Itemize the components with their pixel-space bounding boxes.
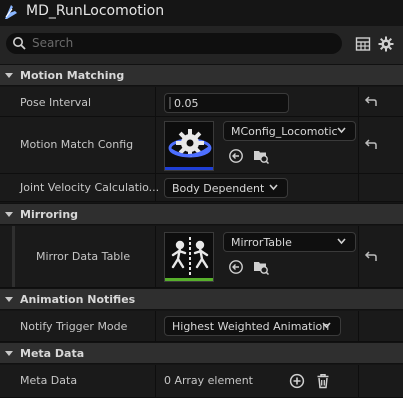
section-meta-data[interactable]: Meta Data	[0, 342, 403, 364]
joint-velocity-combo[interactable]: Body Dependent	[164, 178, 288, 198]
property-row-meta-data: Meta Data 0 Array element	[0, 365, 403, 398]
property-label: Mirror Data Table	[36, 250, 131, 263]
asset-type-color-bar	[165, 278, 213, 281]
indent-guide	[12, 226, 15, 287]
browse-asset-icon[interactable]	[253, 259, 269, 275]
trash-icon[interactable]	[315, 373, 331, 389]
reset-to-default-icon[interactable]	[364, 96, 378, 108]
property-label: Motion Match Config	[20, 138, 134, 151]
column-divider	[155, 87, 156, 116]
column-divider	[358, 226, 359, 287]
chevron-down-icon	[322, 322, 331, 329]
column-divider	[155, 174, 156, 201]
column-divider	[358, 174, 359, 201]
pose-interval-field[interactable]: 0.05	[164, 93, 289, 113]
use-selected-asset-icon[interactable]	[228, 148, 244, 164]
browse-asset-icon[interactable]	[253, 148, 269, 164]
section-animation-notifies[interactable]: Animation Notifies	[0, 288, 403, 310]
property-label: Pose Interval	[20, 96, 92, 109]
column-divider	[155, 226, 156, 287]
combo-value: MConfig_Locomotic	[231, 125, 338, 138]
asset-thumbnail[interactable]	[164, 121, 214, 171]
chevron-down-icon	[269, 184, 278, 191]
gear-icon[interactable]	[378, 36, 394, 52]
combo-value: Body Dependent	[172, 182, 265, 195]
details-toolbar	[0, 26, 403, 64]
notify-trigger-mode-combo[interactable]: Highest Weighted Animation	[164, 316, 341, 336]
collapse-caret-icon	[5, 212, 13, 217]
combo-value: Highest Weighted Animation	[172, 320, 330, 333]
column-divider	[155, 117, 156, 173]
section-title: Animation Notifies	[20, 293, 136, 306]
column-divider	[155, 365, 156, 397]
property-row-mirror-data-table: Mirror Data Table MirrorTable	[0, 226, 403, 288]
column-divider	[358, 311, 359, 341]
drag-handle[interactable]	[169, 97, 171, 109]
motion-data-asset-icon	[5, 5, 17, 19]
collapse-caret-icon	[5, 297, 13, 302]
section-mirroring[interactable]: Mirroring	[0, 203, 403, 225]
chevron-down-icon	[337, 238, 346, 245]
property-row-pose-interval: Pose Interval 0.05	[0, 87, 403, 117]
table-view-icon[interactable]	[355, 36, 371, 52]
property-row-joint-velocity: Joint Velocity Calculatio... Body Depend…	[0, 174, 403, 202]
collapse-caret-icon	[5, 351, 13, 356]
column-divider	[358, 117, 359, 173]
reset-to-default-icon[interactable]	[364, 251, 378, 263]
property-label: Meta Data	[20, 374, 78, 387]
property-label: Joint Velocity Calculatio...	[20, 181, 160, 194]
column-divider	[155, 311, 156, 341]
search-icon	[13, 37, 26, 50]
section-title: Mirroring	[20, 208, 79, 221]
title-bar: MD_RunLocomotion	[0, 0, 403, 26]
motion-match-config-combo[interactable]: MConfig_Locomotic	[223, 121, 356, 141]
chevron-down-icon	[337, 127, 346, 134]
collapse-caret-icon	[5, 73, 13, 78]
search-input[interactable]	[32, 34, 332, 52]
column-divider	[358, 365, 359, 397]
property-row-motion-match-config: Motion Match Config MConfig_Locomotic	[0, 117, 403, 174]
property-row-notify-trigger-mode: Notify Trigger Mode Highest Weighted Ani…	[0, 311, 403, 342]
array-count-text: 0 Array element	[164, 374, 253, 387]
combo-value: MirrorTable	[231, 236, 292, 249]
asset-type-color-bar	[165, 167, 213, 170]
section-title: Motion Matching	[20, 69, 125, 82]
mirror-data-table-combo[interactable]: MirrorTable	[223, 232, 356, 252]
mirror-table-icon	[171, 237, 209, 275]
section-title: Meta Data	[20, 347, 85, 360]
asset-thumbnail[interactable]	[164, 232, 214, 282]
reset-to-default-icon[interactable]	[364, 139, 378, 151]
pose-interval-value: 0.05	[174, 97, 199, 110]
search-box[interactable]	[6, 33, 342, 54]
window-title: MD_RunLocomotion	[26, 3, 165, 19]
section-motion-matching[interactable]: Motion Matching	[0, 64, 403, 86]
column-divider	[358, 87, 359, 116]
property-label: Notify Trigger Mode	[20, 320, 128, 333]
use-selected-asset-icon[interactable]	[228, 259, 244, 275]
add-element-icon[interactable]	[289, 373, 305, 389]
motion-config-gear-icon	[168, 129, 212, 158]
